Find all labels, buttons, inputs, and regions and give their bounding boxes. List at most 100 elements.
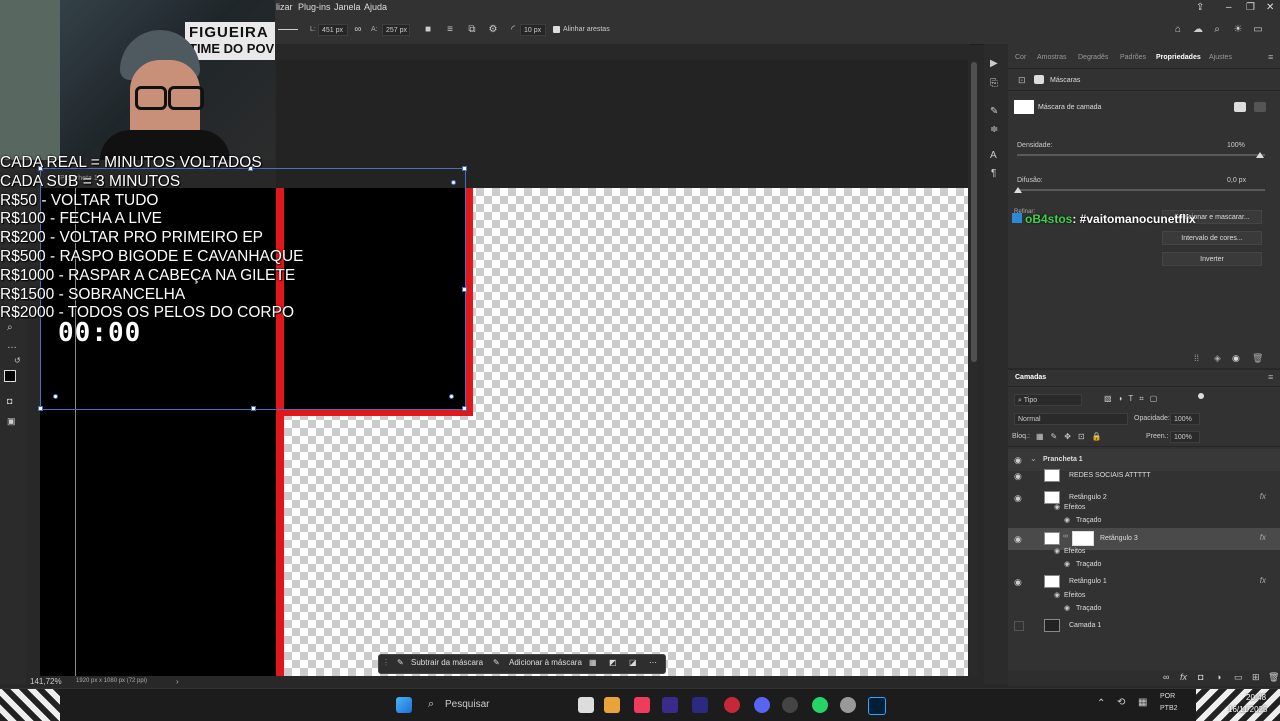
- effects-row[interactable]: ◉ Efeitos: [1008, 545, 1280, 559]
- mask-thumbnail[interactable]: [1014, 100, 1034, 114]
- tab-amostras[interactable]: Amostras: [1037, 54, 1067, 61]
- character-icon[interactable]: A: [990, 150, 997, 161]
- network-icon[interactable]: ▦: [1138, 697, 1147, 708]
- swap-colors-icon[interactable]: ↺: [14, 356, 21, 365]
- transform-handle[interactable]: [462, 166, 467, 171]
- opera-icon[interactable]: [724, 697, 740, 713]
- fx-icon[interactable]: fx: [1260, 492, 1266, 501]
- share-icon[interactable]: ⇪: [1196, 2, 1204, 13]
- effect-row[interactable]: ◉ Traçado: [1008, 514, 1280, 528]
- adjustment-layer-icon[interactable]: ◑: [1216, 672, 1221, 682]
- panel-menu-icon[interactable]: ≡: [1268, 52, 1273, 62]
- layers-title[interactable]: Camadas: [1015, 374, 1046, 381]
- music-app-icon[interactable]: [634, 697, 650, 713]
- new-group-icon[interactable]: ▭: [1234, 672, 1243, 683]
- lightbulb-icon[interactable]: ☀: [1232, 24, 1244, 36]
- effect-row[interactable]: ◉ Traçado: [1008, 602, 1280, 616]
- mask-options-icon[interactable]: ▦: [589, 658, 597, 667]
- app-icon[interactable]: [840, 697, 856, 713]
- effect-row[interactable]: ◉ Traçado: [1008, 558, 1280, 572]
- invert-button[interactable]: Inverter: [1162, 252, 1262, 266]
- feather-field[interactable]: 0,0 px: [1224, 175, 1258, 187]
- corner-radius-handle[interactable]: [53, 394, 58, 399]
- feather-slider[interactable]: [1017, 189, 1265, 191]
- cloud-icon[interactable]: ☁: [1192, 24, 1204, 36]
- eye-icon[interactable]: ◉: [1014, 534, 1022, 545]
- density-slider-thumb[interactable]: [1256, 152, 1264, 158]
- whatsapp-icon[interactable]: [812, 697, 828, 713]
- tab-cor[interactable]: Cor: [1015, 54, 1026, 61]
- height-field[interactable]: 257 px: [382, 24, 410, 36]
- adjustments-icon[interactable]: ≑: [990, 124, 998, 135]
- mask-settings-icon[interactable]: ◪: [629, 658, 637, 667]
- media-encoder-icon[interactable]: [662, 697, 678, 713]
- eye-icon[interactable]: ◉: [1054, 591, 1060, 599]
- vector-mask-button[interactable]: [1254, 102, 1266, 112]
- close-icon[interactable]: ✕: [1266, 2, 1274, 13]
- tray-app-icon[interactable]: ⟲: [1117, 697, 1125, 708]
- foreground-color-swatch[interactable]: [4, 370, 16, 382]
- file-explorer-icon[interactable]: [604, 697, 620, 713]
- apply-mask-icon[interactable]: ◈: [1214, 353, 1221, 364]
- link-icon[interactable]: ∞: [352, 24, 364, 36]
- lock-icons[interactable]: ▦✎✥⊡🔒: [1036, 432, 1109, 441]
- delete-layer-icon[interactable]: 🗑: [1268, 672, 1279, 683]
- tab-propriedades[interactable]: Propriedades: [1156, 54, 1201, 61]
- more-options-icon[interactable]: ⋯: [649, 658, 657, 667]
- color-range-button[interactable]: Intervalo de cores...: [1162, 231, 1262, 245]
- fx-icon[interactable]: fx: [1260, 533, 1266, 542]
- menu-item-janela[interactable]: Janela: [334, 2, 361, 12]
- path-arrangement-icon[interactable]: ⧉: [466, 24, 478, 36]
- zoom-tool-icon[interactable]: ⌕: [7, 322, 13, 333]
- delete-mask-icon[interactable]: 🗑: [1252, 353, 1263, 364]
- add-mask-button[interactable]: Adicionar à máscara: [509, 658, 582, 667]
- transform-handle[interactable]: [462, 406, 467, 411]
- taskbar-search[interactable]: Pesquisar: [445, 699, 489, 710]
- density-field[interactable]: 100%: [1224, 140, 1258, 152]
- eye-icon[interactable]: ◉: [1064, 560, 1070, 568]
- eye-icon[interactable]: ◉: [1054, 503, 1060, 511]
- effects-row[interactable]: ◉ Efeitos: [1008, 501, 1280, 515]
- fx-add-icon[interactable]: fx: [1180, 672, 1187, 682]
- load-selection-icon[interactable]: ⁞⁞: [1194, 353, 1199, 363]
- drag-handle-icon[interactable]: ⋮: [382, 658, 390, 667]
- layer-row[interactable]: Camada 1: [1008, 615, 1280, 637]
- effects-row[interactable]: ◉ Efeitos: [1008, 589, 1280, 603]
- filter-type-icons[interactable]: ▧◑T⌗▢: [1104, 394, 1163, 404]
- density-slider[interactable]: [1017, 154, 1265, 156]
- clock-date[interactable]: 16/11/2025: [1228, 705, 1267, 714]
- keyboard-indicator[interactable]: PTB2: [1160, 705, 1178, 712]
- more-tools-icon[interactable]: …: [7, 340, 17, 351]
- scrollbar-thumb[interactable]: [971, 62, 977, 362]
- path-operations-icon[interactable]: ■: [422, 24, 434, 36]
- eye-icon[interactable]: ◉: [1064, 604, 1070, 612]
- opacity-field[interactable]: 100%: [1170, 413, 1200, 425]
- chevron-right-icon[interactable]: ›: [176, 677, 179, 686]
- add-mask-icon[interactable]: ◘: [1198, 672, 1203, 682]
- eye-icon[interactable]: ◉: [1064, 516, 1070, 524]
- path-alignment-icon[interactable]: ≡: [444, 24, 456, 36]
- photoshop-icon[interactable]: [868, 697, 886, 715]
- menu-item-plugins[interactable]: Plug-ins: [298, 2, 331, 12]
- chevron-down-icon[interactable]: ⌄: [1030, 454, 1037, 463]
- visibility-icon[interactable]: ◉: [1232, 353, 1240, 364]
- mask-icon[interactable]: [1034, 75, 1044, 84]
- width-field[interactable]: 451 px: [318, 24, 348, 36]
- eye-icon[interactable]: ◉: [1054, 547, 1060, 555]
- gear-icon[interactable]: ⚙: [487, 24, 499, 36]
- eye-icon[interactable]: ◉: [1014, 577, 1022, 588]
- link-layers-icon[interactable]: ∞: [1163, 672, 1169, 682]
- clock-time[interactable]: 20:48: [1246, 693, 1266, 702]
- menu-item-visualizar[interactable]: lizar: [276, 2, 293, 12]
- fill-field[interactable]: 100%: [1170, 431, 1200, 443]
- workspace-icon[interactable]: ▭: [1252, 24, 1264, 36]
- layer-row[interactable]: ◉ REDES SOCIAIS ATTTTT: [1008, 465, 1280, 487]
- home-icon[interactable]: ⌂: [1172, 24, 1184, 36]
- feather-slider-thumb[interactable]: [1014, 187, 1022, 193]
- visibility-toggle-off[interactable]: [1014, 621, 1024, 631]
- windows-start-icon[interactable]: [396, 697, 412, 713]
- history-icon[interactable]: ⎘: [990, 78, 998, 89]
- maximize-icon[interactable]: ❐: [1246, 2, 1255, 13]
- link-icon[interactable]: ∞: [1063, 533, 1068, 540]
- radius-field[interactable]: 10 px: [520, 24, 546, 36]
